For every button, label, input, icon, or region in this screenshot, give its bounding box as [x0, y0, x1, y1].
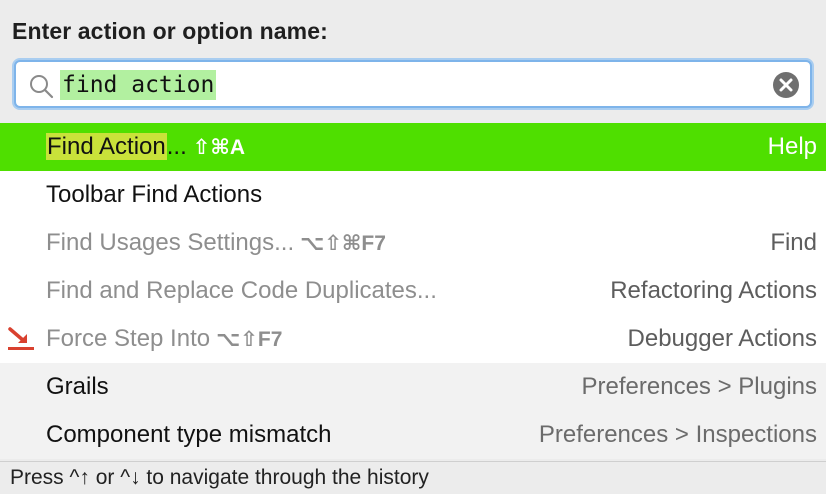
action-name: Find Usages Settings...	[46, 229, 295, 256]
list-item-find-action[interactable]: Find Action... ⇧⌘A Help	[0, 123, 826, 171]
group-label: Help	[767, 133, 817, 160]
action-name: Force Step Into	[46, 325, 211, 352]
search-icon	[30, 75, 54, 99]
results-list: Find Action... ⇧⌘A Help Toolbar Find Acti…	[0, 123, 826, 459]
clear-search-icon[interactable]	[772, 71, 800, 99]
match-highlight: Find Action	[46, 133, 167, 160]
action-name-wrap: Force Step Into ⌥⇧F7	[46, 315, 282, 364]
list-item-toolbar-find-actions[interactable]: Toolbar Find Actions	[0, 171, 826, 219]
list-item-grails[interactable]: Grails Preferences > Plugins	[0, 363, 826, 411]
action-name: Find Action... ⇧⌘A	[46, 123, 245, 172]
find-action-popup: Enter action or option name: find action…	[0, 0, 826, 494]
list-item-component-type-mismatch[interactable]: Component type mismatch Preferences > In…	[0, 411, 826, 459]
list-item-find-usages-settings[interactable]: Find Usages Settings... ⌥⇧⌘F7 Find	[0, 219, 826, 267]
action-name: Find and Replace Code Duplicates...	[46, 277, 437, 304]
shortcut-label: ⌥⇧⌘F7	[300, 232, 386, 255]
group-label: Find	[770, 229, 817, 256]
popup-header: Enter action or option name: find action	[0, 0, 826, 122]
option-name: Component type mismatch	[46, 421, 332, 448]
group-label: Debugger Actions	[627, 325, 817, 352]
history-hint: Press ^↑ or ^↓ to navigate through the h…	[0, 461, 826, 494]
group-label: Refactoring Actions	[610, 277, 817, 304]
option-name: Grails	[46, 373, 109, 400]
list-item-force-step-into[interactable]: Force Step Into ⌥⇧F7 Debugger Actions	[0, 315, 826, 363]
search-field[interactable]: find action	[14, 60, 812, 108]
action-name-wrap: Find and Replace Code Duplicates...	[46, 267, 437, 315]
force-step-into-icon	[8, 327, 34, 350]
action-name: Toolbar Find Actions	[46, 181, 263, 208]
action-name-wrap: Find Usages Settings... ⌥⇧⌘F7	[46, 219, 386, 268]
group-label: Preferences > Inspections	[538, 421, 817, 448]
shortcut-label: ⌥⇧F7	[216, 328, 283, 351]
search-input-value[interactable]: find action	[60, 70, 217, 100]
group-label: Preferences > Plugins	[581, 373, 817, 400]
popup-title: Enter action or option name:	[12, 18, 328, 44]
list-item-find-replace-duplicates[interactable]: Find and Replace Code Duplicates... Refa…	[0, 267, 826, 315]
action-name-rest: ...	[166, 133, 187, 160]
shortcut-label: ⇧⌘A	[192, 136, 245, 159]
